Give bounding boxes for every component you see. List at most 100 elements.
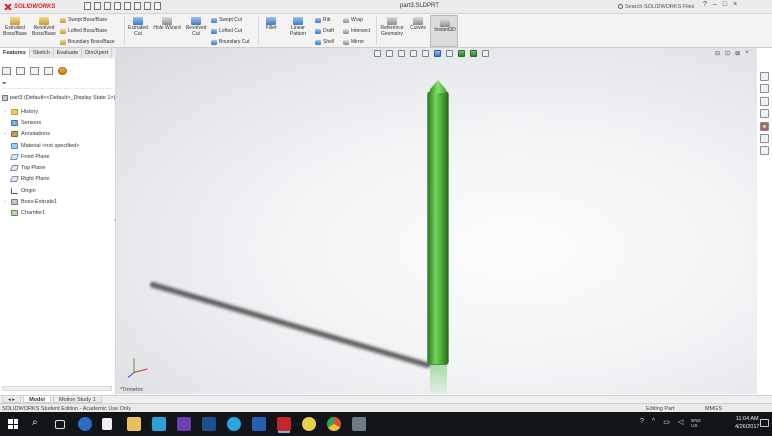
- maximize-button[interactable]: □: [723, 1, 727, 8]
- boundary-cut-button[interactable]: Boundary Cut: [211, 39, 250, 45]
- expand-arrow-icon[interactable]: ›: [4, 109, 8, 115]
- edge-browser-icon[interactable]: [78, 417, 92, 431]
- chevron-up-icon[interactable]: ^: [652, 418, 655, 428]
- visual-studio-icon[interactable]: [177, 417, 191, 431]
- expand-arrow-icon[interactable]: ›: [4, 131, 8, 137]
- hide-show-items-icon[interactable]: [446, 50, 453, 57]
- tree-item[interactable]: › Annotations: [4, 129, 79, 140]
- help-button[interactable]: ?: [703, 1, 707, 8]
- solidworks-taskbar-icon[interactable]: [277, 417, 291, 431]
- curves-button[interactable]: Curves: [407, 17, 429, 32]
- language-indicator[interactable]: ENG US: [691, 418, 701, 428]
- save-icon[interactable]: [104, 2, 111, 10]
- revolved-cut-button[interactable]: Revolved Cut: [185, 17, 207, 37]
- search-box[interactable]: Search SOLIDWORKS Files: [618, 2, 706, 11]
- zoom-to-area-icon[interactable]: [386, 50, 393, 57]
- new-icon[interactable]: [84, 2, 91, 10]
- tab-motion-study[interactable]: Motion Study 1: [52, 396, 102, 403]
- tree-item[interactable]: Right Plane: [4, 174, 79, 185]
- zoom-to-fit-icon[interactable]: [374, 50, 381, 57]
- instant3d-button[interactable]: Instant3D: [430, 15, 458, 47]
- unit-system[interactable]: MMGS: [705, 406, 722, 412]
- mirror-button[interactable]: Mirror: [343, 39, 364, 45]
- boundary-boss-button[interactable]: Boundary Boss/Base: [60, 39, 115, 45]
- lofted-boss-button[interactable]: Lofted Boss/Base: [60, 28, 107, 34]
- expand-arrow-icon[interactable]: ›: [4, 199, 8, 205]
- draft-button[interactable]: Draft: [315, 28, 334, 34]
- wrap-button[interactable]: Wrap: [343, 17, 363, 23]
- extruded-cut-button[interactable]: Extruded Cut: [127, 17, 149, 37]
- select-icon[interactable]: [134, 2, 141, 10]
- custom-properties-icon[interactable]: [760, 133, 769, 143]
- tab-nav-arrows[interactable]: ◂ ▸: [2, 396, 22, 403]
- file-explorer-taskbar-icon[interactable]: [127, 417, 141, 431]
- close-button[interactable]: ×: [733, 1, 737, 8]
- rebuild-icon[interactable]: [144, 2, 151, 10]
- tree-item[interactable]: Chamfer1: [4, 208, 79, 219]
- intersect-button[interactable]: Intersect: [343, 28, 370, 34]
- previous-view-icon[interactable]: [398, 50, 405, 57]
- view-settings-icon[interactable]: [482, 50, 489, 57]
- help-tray-icon[interactable]: ?: [640, 418, 644, 428]
- tree-item[interactable]: Material <not specified>: [4, 140, 79, 151]
- tree-item[interactable]: › Boss-Extrude1: [4, 196, 79, 207]
- appearances-icon[interactable]: [760, 121, 769, 131]
- options-icon[interactable]: [154, 2, 161, 10]
- store-icon[interactable]: [102, 418, 112, 430]
- hole-wizard-button[interactable]: Hole Wizard: [152, 17, 182, 32]
- tab-features[interactable]: Features: [0, 48, 30, 58]
- action-center-icon[interactable]: [760, 419, 769, 427]
- edit-appearance-icon[interactable]: [458, 50, 465, 57]
- windows-start-icon[interactable]: [8, 419, 18, 429]
- dimxpert-manager-icon[interactable]: [44, 67, 53, 75]
- view-orientation-icon[interactable]: [422, 50, 429, 57]
- tree-item[interactable]: Front Plane: [4, 151, 79, 162]
- forum-icon[interactable]: [760, 146, 769, 156]
- tab-sketch[interactable]: Sketch: [30, 48, 54, 58]
- section-view-icon[interactable]: [410, 50, 417, 57]
- design-library-icon[interactable]: [760, 96, 769, 106]
- tab-evaluate[interactable]: Evaluate: [54, 48, 83, 58]
- open-icon[interactable]: [94, 2, 101, 10]
- task-view-icon[interactable]: [55, 420, 65, 429]
- linear-pattern-button[interactable]: Linear Pattern: [284, 17, 312, 37]
- extruded-boss-button[interactable]: Extruded Boss/Base: [2, 17, 28, 37]
- undo-icon[interactable]: [124, 2, 131, 10]
- word-icon[interactable]: [252, 417, 266, 431]
- print-icon[interactable]: [114, 2, 121, 10]
- paint-icon[interactable]: [352, 417, 366, 431]
- swept-boss-button[interactable]: Swept Boss/Base: [60, 17, 107, 23]
- solidworks-logo[interactable]: SOLIDWORKS: [4, 2, 55, 12]
- cortana-search-icon[interactable]: ⌕: [32, 417, 38, 428]
- tab-model[interactable]: Model: [23, 396, 51, 403]
- shell-button[interactable]: Shell: [315, 39, 334, 45]
- minimize-button[interactable]: –: [713, 1, 717, 8]
- fillet-button[interactable]: Fillet: [261, 17, 281, 32]
- viewport-close-button[interactable]: ×: [745, 50, 749, 57]
- feature-tree-icon[interactable]: [2, 67, 11, 75]
- home-icon[interactable]: [760, 72, 769, 81]
- apply-scene-icon[interactable]: [470, 50, 477, 57]
- tree-item[interactable]: Top Plane: [4, 162, 79, 173]
- volume-icon[interactable]: ◁: [678, 418, 683, 428]
- file-explorer-icon[interactable]: [760, 109, 769, 119]
- calculator-icon[interactable]: [202, 417, 216, 431]
- horizontal-scrollbar[interactable]: [2, 386, 112, 391]
- tree-item[interactable]: Origin: [4, 185, 79, 196]
- tree-filter[interactable]: ⏷: [2, 81, 113, 89]
- taskbar-clock[interactable]: 11:04 AM 4/26/2017: [735, 415, 759, 431]
- mail-icon[interactable]: [152, 417, 166, 431]
- resources-icon[interactable]: [760, 84, 769, 94]
- search-placeholder[interactable]: Search SOLIDWORKS Files: [625, 4, 694, 10]
- lofted-cut-button[interactable]: Lofted Cut: [211, 28, 242, 34]
- tree-root-part[interactable]: part3 (Default<<Default>_Display State 1…: [2, 95, 115, 101]
- property-manager-icon[interactable]: [16, 67, 25, 75]
- viewport-tile-button[interactable]: ⊡: [725, 50, 730, 57]
- tree-item[interactable]: Sensors: [4, 117, 79, 128]
- reference-geometry-button[interactable]: Reference Geometry: [379, 17, 405, 37]
- chrome-canary-icon[interactable]: [302, 417, 316, 431]
- display-style-icon[interactable]: [434, 50, 441, 57]
- swept-cut-button[interactable]: Swept Cut: [211, 17, 242, 23]
- chrome-icon[interactable]: [327, 417, 341, 431]
- settings-taskbar-icon[interactable]: [227, 417, 241, 431]
